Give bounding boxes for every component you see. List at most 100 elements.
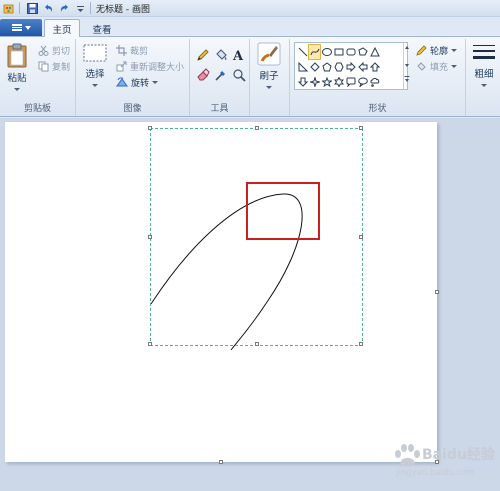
chevron-down-icon	[14, 88, 20, 91]
selection-handle[interactable]	[148, 126, 152, 130]
tab-home[interactable]: 主页	[44, 19, 80, 38]
ribbon-tab-row: 主页 查看	[0, 17, 500, 38]
watermark-url: jingyan.baidu.com	[396, 468, 475, 478]
resize-label: 重新调整大小	[130, 63, 185, 73]
crop-icon	[116, 45, 127, 56]
rotate-button[interactable]: 旋转	[116, 76, 159, 89]
pencil-tool[interactable]	[196, 48, 210, 62]
selection-handle[interactable]	[359, 126, 363, 130]
select-label: 选择	[85, 69, 105, 80]
shape-gallery-scroller[interactable]	[403, 43, 410, 89]
watermark-title: Baidu经验	[422, 447, 495, 463]
chevron-down-icon	[266, 86, 272, 89]
fill-tool[interactable]	[214, 48, 228, 62]
copy-button[interactable]: 复制	[38, 60, 70, 73]
resize-icon	[116, 61, 127, 72]
outline-label: 轮廓	[430, 47, 449, 57]
fill-label: 填充	[430, 63, 449, 73]
selection-handle[interactable]	[359, 342, 363, 346]
rounded-rectangle-shape-icon[interactable]	[345, 45, 356, 59]
cut-button[interactable]: 剪切	[38, 44, 70, 57]
title-bar: 无标题 - 画图	[0, 0, 500, 17]
paint-bucket-icon	[216, 49, 227, 60]
selection-handle[interactable]	[148, 342, 152, 346]
right-triangle-shape-icon[interactable]	[297, 60, 308, 74]
eyedropper-icon	[215, 71, 225, 81]
chevron-down-icon	[92, 84, 98, 87]
outline-button[interactable]: 轮廓	[416, 44, 458, 57]
copy-label: 复制	[52, 63, 71, 73]
right-arrow-shape-icon[interactable]	[345, 60, 356, 74]
triangle-shape-icon[interactable]	[369, 45, 380, 59]
select-button[interactable]: 选择	[82, 42, 108, 87]
chevron-down-icon	[451, 65, 458, 68]
rounded-callout-shape-icon[interactable]	[345, 75, 356, 89]
menu-icon	[11, 24, 22, 31]
paint-app-icon[interactable]	[2, 1, 16, 15]
file-menu-button[interactable]	[0, 19, 42, 36]
scroll-arrows-icon	[404, 46, 410, 82]
size-button[interactable]: 粗细	[472, 42, 496, 87]
hexagon-shape-icon[interactable]	[333, 60, 344, 74]
size-label: 粗细	[474, 69, 494, 80]
selection-handle[interactable]	[255, 126, 259, 130]
down-arrow-shape-icon[interactable]	[297, 75, 308, 89]
polygon-shape-icon[interactable]	[357, 45, 368, 59]
fill-button[interactable]: 填充	[416, 60, 458, 73]
oval-callout-shape-icon[interactable]	[357, 75, 368, 89]
selection-handle[interactable]	[255, 342, 259, 346]
shape-gallery	[294, 42, 410, 90]
magnifier-tool[interactable]	[232, 68, 246, 82]
eraser-icon	[197, 68, 210, 81]
clipboard-group-label: 剪贴板	[23, 104, 51, 114]
color-picker-tool[interactable]	[214, 68, 228, 82]
chevron-down-icon	[24, 25, 31, 30]
undo-icon[interactable]	[41, 1, 55, 15]
line-shape-icon[interactable]	[297, 45, 308, 59]
brush-icon	[257, 42, 281, 66]
cloud-callout-shape-icon[interactable]	[369, 75, 380, 89]
rotate-icon	[116, 77, 128, 87]
crop-label: 裁剪	[130, 47, 149, 57]
canvas-resize-handle-bottom[interactable]	[219, 460, 223, 464]
shapes-group-label: 形状	[368, 104, 387, 114]
chevron-down-icon	[152, 81, 159, 84]
canvas-resize-handle-right[interactable]	[435, 290, 439, 294]
left-arrow-shape-icon[interactable]	[357, 60, 368, 74]
drawing-canvas[interactable]	[5, 122, 439, 464]
brushes-group: 刷子	[250, 39, 290, 116]
five-point-star-shape-icon[interactable]	[321, 75, 332, 89]
curve-shape-icon[interactable]	[308, 44, 321, 60]
canvas-workspace	[0, 118, 500, 491]
selection-handle[interactable]	[148, 235, 152, 239]
baidu-watermark: Baidu经验 jingyan.baidu.com	[388, 438, 496, 482]
rectangle-shape-icon[interactable]	[333, 45, 344, 59]
selection-handle[interactable]	[359, 235, 363, 239]
up-arrow-shape-icon[interactable]	[369, 60, 380, 74]
select-rect-icon	[83, 44, 107, 62]
svg-text:A: A	[232, 49, 244, 62]
text-a-icon: A	[232, 49, 244, 62]
paste-button[interactable]: 粘贴	[6, 42, 28, 91]
separator	[90, 2, 91, 14]
resize-button[interactable]: 重新调整大小	[116, 60, 184, 73]
diamond-shape-icon[interactable]	[309, 60, 320, 74]
six-point-star-shape-icon[interactable]	[333, 75, 344, 89]
eraser-tool[interactable]	[196, 68, 210, 82]
line-width-icon	[473, 45, 495, 59]
oval-shape-icon[interactable]	[321, 45, 332, 59]
pentagon-shape-icon[interactable]	[321, 60, 332, 74]
text-tool[interactable]: A	[232, 48, 245, 62]
customize-icon[interactable]	[73, 1, 87, 15]
brushes-button[interactable]: 刷子	[257, 42, 281, 89]
save-icon[interactable]	[25, 1, 39, 15]
four-point-star-shape-icon[interactable]	[309, 75, 320, 89]
cut-label: 剪切	[52, 47, 71, 57]
redo-icon[interactable]	[57, 1, 71, 15]
tab-view[interactable]: 查看	[84, 19, 120, 38]
crop-button[interactable]: 裁剪	[116, 44, 148, 57]
separator	[19, 2, 20, 14]
chevron-down-icon	[451, 49, 458, 52]
